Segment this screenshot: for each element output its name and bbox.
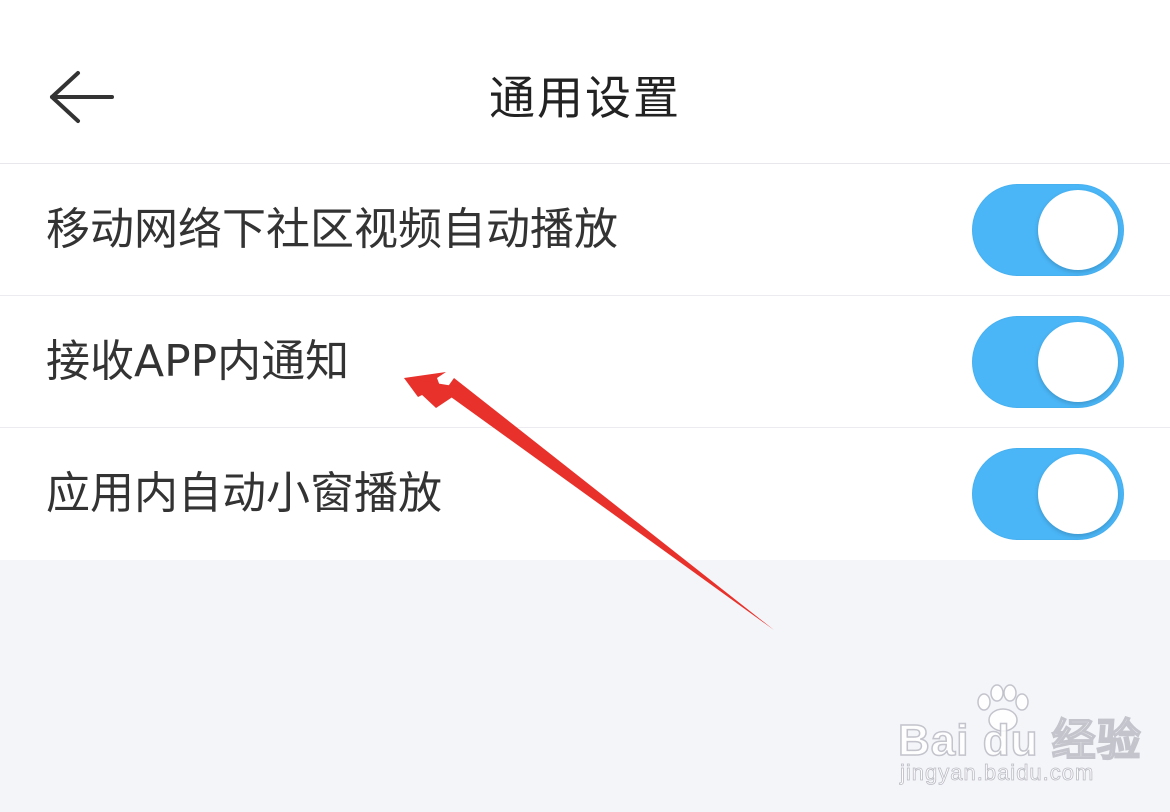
watermark-brand: Bai du 经验 — [897, 715, 1142, 766]
mini-window-autoplay-toggle[interactable] — [972, 448, 1124, 540]
settings-list: 移动网络下社区视频自动播放 接收APP内通知 应用内自动小窗播放 — [0, 164, 1170, 560]
setting-row-in-app-notifications: 接收APP内通知 — [0, 296, 1170, 428]
watermark-url: jingyan.baidu.com — [900, 760, 1095, 786]
setting-row-mobile-video-autoplay: 移动网络下社区视频自动播放 — [0, 164, 1170, 296]
setting-label: 接收APP内通知 — [46, 336, 350, 387]
in-app-notifications-toggle[interactable] — [972, 316, 1124, 408]
baidu-jingyan-watermark: Bai du 经验 jingyan.baidu.com — [894, 684, 1141, 794]
setting-label: 移动网络下社区视频自动播放 — [46, 204, 618, 255]
toggle-knob — [1038, 454, 1118, 534]
paw-icon — [977, 684, 1029, 732]
setting-label: 应用内自动小窗播放 — [46, 468, 442, 519]
toggle-knob — [1038, 322, 1118, 402]
page-title: 通用设置 — [489, 71, 681, 125]
setting-row-mini-window-autoplay: 应用内自动小窗播放 — [0, 428, 1170, 560]
top-navigation-bar: 通用设置 — [0, 0, 1170, 164]
mobile-video-autoplay-toggle[interactable] — [972, 184, 1124, 276]
toggle-knob — [1038, 190, 1118, 270]
